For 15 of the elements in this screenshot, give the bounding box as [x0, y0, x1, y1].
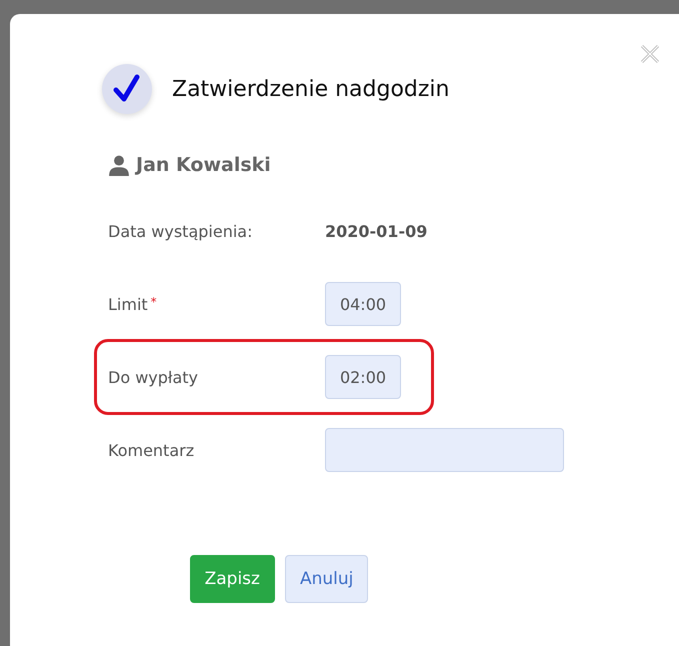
checkmark-icon [102, 64, 152, 114]
user-icon [108, 154, 130, 176]
person-name: Jan Kowalski [136, 154, 271, 176]
time-input[interactable]: 02:00 [325, 355, 401, 399]
dialog-title: Zatwierdzenie nadgodzin [172, 76, 450, 102]
field-label: Data wystąpienia: [108, 222, 252, 240]
date-value: 2020-01-09 [325, 222, 428, 240]
comment-input[interactable] [325, 428, 564, 472]
required-mark: * [150, 294, 157, 308]
field-label: Do wypłaty [108, 368, 198, 386]
field-label: Limit [108, 294, 148, 314]
field-label: Komentarz [108, 440, 194, 460]
cancel-button[interactable]: Anuluj [284, 555, 368, 603]
time-input[interactable]: 04:00 [325, 282, 401, 326]
close-icon[interactable] [640, 44, 660, 64]
